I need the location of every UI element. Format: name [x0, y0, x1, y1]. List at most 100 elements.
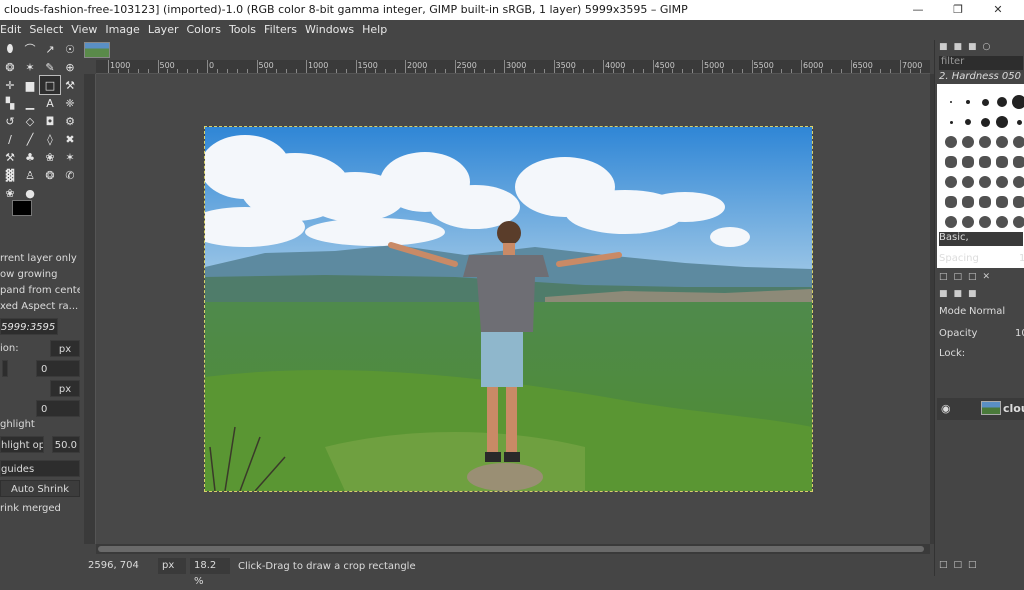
position-x-input[interactable] [2, 360, 8, 377]
tool-button-icon[interactable]: ✖ [60, 130, 80, 148]
zoom-select[interactable]: 18.2 % [190, 558, 230, 574]
brush-swatch[interactable] [1012, 95, 1024, 109]
brush-swatch[interactable] [945, 216, 957, 228]
brush-actions-icons[interactable]: □□□✕ [939, 272, 996, 282]
tool-button-icon[interactable]: ∕ [0, 130, 20, 148]
minimize-button[interactable]: — [898, 0, 938, 20]
tool-button-icon[interactable]: ♙ [20, 166, 40, 184]
brush-swatch[interactable] [979, 196, 991, 208]
close-button[interactable]: ✕ [978, 0, 1018, 20]
tool-button-icon[interactable]: ▁ [20, 94, 40, 112]
brush-swatch[interactable] [962, 136, 974, 148]
image-canvas[interactable] [205, 127, 812, 491]
tool-button-icon[interactable]: ◇ [20, 112, 40, 130]
menu-windows[interactable]: Windows [301, 20, 358, 40]
color-swatches[interactable] [12, 200, 46, 226]
mode-select[interactable]: Normal [969, 306, 1005, 317]
tool-button-icon[interactable]: ⚙ [60, 112, 80, 130]
tool-button-icon[interactable] [60, 184, 80, 202]
brush-swatch[interactable] [996, 156, 1008, 168]
brush-swatch[interactable] [950, 121, 953, 124]
brush-swatch[interactable] [962, 176, 974, 188]
highlight-opacity-value[interactable]: 50.0 [52, 436, 80, 453]
tool-button-icon[interactable]: ▓ [0, 166, 20, 184]
layers-tab-icons[interactable]: ■■■ [939, 289, 983, 299]
spacing-value[interactable]: 1 [1019, 253, 1024, 264]
tool-button-icon[interactable]: A [40, 94, 60, 112]
tool-button-icon[interactable]: ▆ [20, 76, 40, 94]
tool-button-icon[interactable]: ⚒ [0, 148, 20, 166]
tool-button-icon[interactable]: ↗ [40, 40, 60, 58]
tool-button-icon[interactable]: ⌒ [20, 40, 40, 58]
brush-swatch[interactable] [962, 156, 974, 168]
tool-button-icon[interactable]: ♣ [20, 148, 40, 166]
tool-button-icon[interactable]: ✶ [60, 148, 80, 166]
menu-colors[interactable]: Colors [182, 20, 224, 40]
guides-select[interactable]: guides [0, 460, 80, 477]
brush-swatch[interactable] [997, 97, 1007, 107]
menu-edit[interactable]: Edit [0, 20, 25, 40]
tool-button-icon[interactable]: ❂ [40, 166, 60, 184]
brush-swatch[interactable] [996, 216, 1008, 228]
brush-swatch[interactable] [965, 119, 971, 125]
opacity-value[interactable]: 10 [1015, 328, 1024, 339]
option-highlight[interactable]: ghlight [0, 416, 80, 433]
unit-select[interactable]: px [158, 558, 186, 574]
size-height-input[interactable]: 0 [36, 400, 80, 417]
auto-shrink-button[interactable]: Auto Shrink [0, 480, 80, 497]
tool-button-icon[interactable]: ⚒ [60, 76, 80, 94]
brush-swatch[interactable] [979, 216, 991, 228]
tool-button-icon[interactable]: ✆ [60, 166, 80, 184]
dock-tab-icons[interactable]: ■■■○ [939, 42, 996, 52]
brush-swatch[interactable] [996, 136, 1008, 148]
tool-button-icon[interactable]: ▚ [0, 94, 20, 112]
size-unit-select[interactable]: px [50, 380, 80, 397]
layer-actions-icons[interactable]: □□□ [939, 560, 983, 570]
brush-swatch[interactable] [1013, 156, 1024, 168]
brush-swatch[interactable] [962, 196, 974, 208]
option-fixed-aspect[interactable]: xed Aspect ra... [0, 298, 80, 315]
menu-view[interactable]: View [67, 20, 101, 40]
brush-swatch[interactable] [979, 136, 991, 148]
horizontal-scrollbar[interactable] [96, 544, 930, 554]
tool-button-icon[interactable]: ⊕ [60, 58, 80, 76]
image-tab-thumbnail[interactable] [84, 42, 110, 58]
tool-button-icon[interactable]: ✛ [0, 76, 20, 94]
position-y-input[interactable]: 0 [36, 360, 80, 377]
brush-swatch[interactable] [962, 216, 974, 228]
aspect-ratio-input[interactable]: 5999:3595 [0, 318, 58, 335]
brush-swatch[interactable] [996, 116, 1008, 128]
brush-filter-input[interactable]: filter [939, 56, 1023, 70]
tool-button-icon[interactable]: ◊ [40, 130, 60, 148]
menu-image[interactable]: Image [101, 20, 143, 40]
tool-button-icon[interactable]: ❀ [40, 148, 60, 166]
tool-button-icon[interactable]: ⬮ [0, 40, 20, 58]
layer-name[interactable]: cloud [1003, 402, 1024, 415]
brush-swatch[interactable] [982, 99, 989, 106]
option-expand-from-center[interactable]: pand from center [0, 282, 80, 299]
tool-button-icon[interactable]: □ [40, 76, 60, 94]
brush-swatch[interactable] [945, 156, 957, 168]
brush-swatch[interactable] [1013, 196, 1024, 208]
tool-button-icon[interactable]: ☉ [60, 40, 80, 58]
brush-swatch[interactable] [945, 196, 957, 208]
menu-layer[interactable]: Layer [144, 20, 183, 40]
menu-tools[interactable]: Tools [225, 20, 260, 40]
position-unit-select[interactable]: px [50, 340, 80, 357]
brush-swatch[interactable] [996, 196, 1008, 208]
tool-button-icon[interactable]: ❂ [0, 58, 20, 76]
brush-swatch[interactable] [950, 101, 952, 103]
brush-swatch[interactable] [996, 176, 1008, 188]
brush-swatch[interactable] [945, 176, 957, 188]
brush-swatch[interactable] [1013, 176, 1024, 188]
brush-swatch[interactable] [979, 176, 991, 188]
brush-preset[interactable]: Basic, [939, 232, 1023, 246]
menu-filters[interactable]: Filters [260, 20, 301, 40]
option-allow-growing[interactable]: ow growing [0, 266, 80, 283]
layer-row[interactable]: ◉ cloud [937, 398, 1024, 420]
tool-button-icon[interactable]: ◘ [40, 112, 60, 130]
horizontal-scroll-thumb[interactable] [98, 546, 924, 552]
brush-swatch[interactable] [981, 118, 990, 127]
brush-swatch[interactable] [945, 136, 957, 148]
tool-button-icon[interactable]: ✶ [20, 58, 40, 76]
